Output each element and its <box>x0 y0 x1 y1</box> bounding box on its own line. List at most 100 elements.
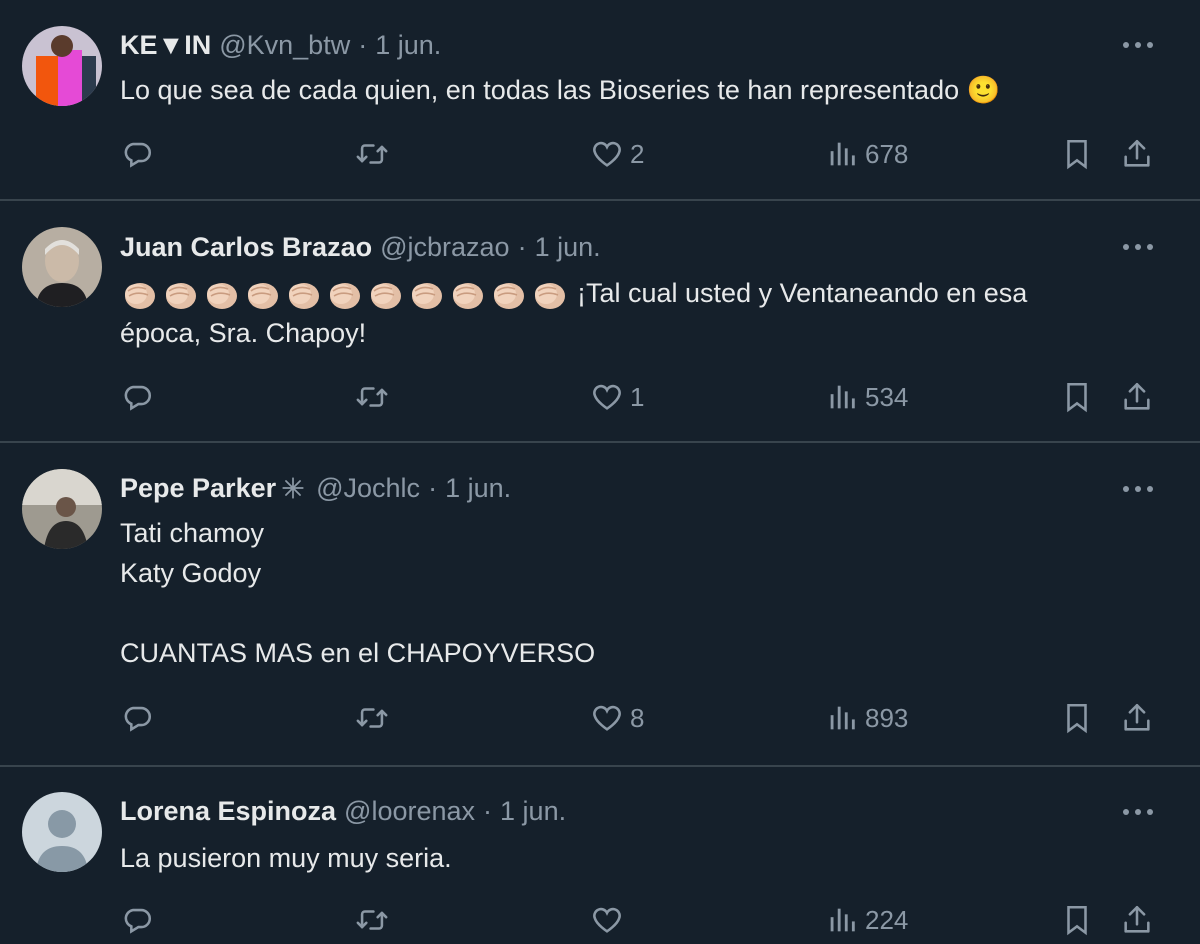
display-name[interactable]: Pepe Parker <box>120 473 276 504</box>
heart-icon <box>593 705 621 731</box>
tweet-text-line: CUANTAS MAS en el CHAPOYVERSO <box>120 638 596 668</box>
retweet-button[interactable] <box>355 134 389 174</box>
user-handle[interactable]: @loorenax <box>344 796 475 827</box>
heart-icon <box>593 384 621 410</box>
bookmark-button[interactable] <box>1060 900 1094 940</box>
timestamp[interactable]: 1 jun. <box>445 473 511 504</box>
tweet-text: Tati chamoy Katy Godoy CUANTAS MAS en el… <box>120 513 1160 673</box>
timestamp[interactable]: 1 jun. <box>535 232 601 263</box>
tweet-lorena-espinoza[interactable]: Lorena Espinoza @loorenax · 1 jun. La pu… <box>0 767 1200 944</box>
tweet-juan-carlos[interactable]: Juan Carlos Brazao @jcbrazao · 1 jun. ¡T… <box>0 201 1200 443</box>
display-name[interactable]: Juan Carlos Brazao <box>120 232 372 263</box>
tweet-text-line: Tati chamoy <box>120 518 265 548</box>
bookmark-icon <box>1067 703 1087 734</box>
retweet-button[interactable] <box>355 900 389 940</box>
reply-icon <box>124 385 151 411</box>
tweet-header: Lorena Espinoza @loorenax · 1 jun. <box>120 794 566 828</box>
like-count: 1 <box>630 381 645 412</box>
views-icon <box>830 706 855 730</box>
retweet-button[interactable] <box>355 698 389 738</box>
tweet-text: La pusieron muy muy seria. <box>120 838 1160 878</box>
clapping-hands-emoji <box>371 282 401 309</box>
action-bar: 2 678 <box>0 134 1200 174</box>
clapping-hands-emoji <box>289 282 319 309</box>
more-icon <box>1123 42 1153 48</box>
like-button[interactable]: 8 <box>590 698 644 738</box>
bookmark-icon <box>1067 905 1087 936</box>
separator-dot: · <box>358 29 368 60</box>
retweet-button[interactable] <box>355 377 389 417</box>
tweet-text-line: ¡Tal cual usted y Ventaneando en esa <box>120 273 1160 313</box>
views-icon <box>830 385 855 409</box>
tweet-kevin[interactable]: KE▼IN @Kvn_btw · 1 jun. Lo que sea de ca… <box>0 0 1200 201</box>
bookmark-button[interactable] <box>1060 134 1094 174</box>
share-icon <box>1124 905 1150 933</box>
reply-icon <box>124 142 151 168</box>
more-icon <box>1123 809 1153 815</box>
views-button[interactable]: 534 <box>825 377 908 417</box>
share-icon <box>1124 703 1150 731</box>
views-icon <box>830 142 855 166</box>
timestamp[interactable]: 1 jun. <box>500 796 566 827</box>
tweet-text-line: La pusieron muy muy seria. <box>120 843 452 873</box>
reply-button[interactable] <box>120 698 154 738</box>
tweet-pepe-parker[interactable]: Pepe Parker @Jochlc · 1 jun. Tati chamoy… <box>0 443 1200 767</box>
more-button[interactable] <box>1118 474 1158 504</box>
separator-dot: · <box>428 472 438 503</box>
tweet-text: Lo que sea de cada quien, en todas las B… <box>120 70 1160 110</box>
sparkle-badge-icon <box>278 473 308 503</box>
reply-button[interactable] <box>120 134 154 174</box>
tweet-text: ¡Tal cual usted y Ventaneando en esa épo… <box>120 273 1160 353</box>
avatar[interactable] <box>22 792 102 872</box>
tweet-text-line: época, Sra. Chapoy! <box>120 318 367 348</box>
timestamp[interactable]: 1 jun. <box>375 30 441 61</box>
more-icon <box>1123 244 1153 250</box>
user-handle[interactable]: @Kvn_btw <box>219 30 350 61</box>
like-count: 8 <box>630 702 645 733</box>
retweet-icon <box>356 387 388 407</box>
views-button[interactable]: 224 <box>825 900 908 940</box>
user-handle[interactable]: @jcbrazao <box>380 232 509 263</box>
share-button[interactable] <box>1120 377 1154 417</box>
tweet-text-line <box>120 593 1160 633</box>
clapping-hands-emoji <box>535 282 565 309</box>
separator-dot: · <box>483 795 493 826</box>
share-button[interactable] <box>1120 900 1154 940</box>
tweet-text-line: Lo que sea de cada quien, en todas las B… <box>120 75 1001 105</box>
separator-dot: · <box>517 231 527 262</box>
tweet-text-line: Katy Godoy <box>120 558 262 588</box>
user-handle[interactable]: @Jochlc <box>316 473 420 504</box>
avatar[interactable] <box>22 26 102 106</box>
like-button[interactable] <box>590 900 630 940</box>
display-name[interactable]: Lorena Espinoza <box>120 796 336 827</box>
reply-button[interactable] <box>120 900 154 940</box>
bookmark-icon <box>1067 139 1087 170</box>
view-count: 534 <box>865 381 909 412</box>
views-icon <box>830 908 855 932</box>
view-count: 224 <box>865 904 909 935</box>
avatar[interactable] <box>22 227 102 307</box>
bookmark-button[interactable] <box>1060 377 1094 417</box>
share-button[interactable] <box>1120 134 1154 174</box>
heart-icon <box>593 907 621 933</box>
more-button[interactable] <box>1118 797 1158 827</box>
bookmark-button[interactable] <box>1060 698 1094 738</box>
display-name[interactable]: KE▼IN <box>120 30 211 61</box>
heart-icon <box>593 141 621 167</box>
view-count: 893 <box>865 702 909 733</box>
retweet-icon <box>356 144 388 164</box>
views-button[interactable]: 678 <box>825 134 908 174</box>
views-button[interactable]: 893 <box>825 698 908 738</box>
more-button[interactable] <box>1118 30 1158 60</box>
more-button[interactable] <box>1118 232 1158 262</box>
clapping-hands-emoji <box>453 282 483 309</box>
action-bar: 8 893 <box>0 698 1200 738</box>
reply-button[interactable] <box>120 377 154 417</box>
clapping-hands-emoji <box>330 282 360 309</box>
tweet-header: Juan Carlos Brazao @jcbrazao · 1 jun. <box>120 230 601 264</box>
avatar[interactable] <box>22 469 102 549</box>
like-button[interactable]: 1 <box>590 377 644 417</box>
clapping-hands-emoji <box>166 282 196 309</box>
share-button[interactable] <box>1120 698 1154 738</box>
like-button[interactable]: 2 <box>590 134 644 174</box>
